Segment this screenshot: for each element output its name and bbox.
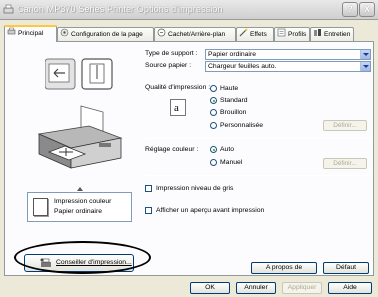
apply-button[interactable]: Appliquer xyxy=(282,282,322,294)
default-button[interactable]: Défaut xyxy=(323,262,369,274)
printer-illustration xyxy=(37,105,123,169)
principal-panel: Impression couleur Papier ordinaire Cons… xyxy=(4,41,374,276)
color-radio-auto[interactable] xyxy=(210,146,217,153)
ok-button[interactable]: OK xyxy=(190,282,230,294)
close-button[interactable]: X xyxy=(359,2,375,17)
arrow-up-icon xyxy=(77,187,83,191)
advisor-icon xyxy=(40,258,51,267)
color-manual-label: Manuel xyxy=(220,159,243,166)
print-advisor-button[interactable]: Conseiller d'impression... xyxy=(24,254,134,272)
color-auto-label: Auto xyxy=(220,146,234,153)
quality-radio-draft[interactable] xyxy=(210,109,217,116)
page-setup-icon xyxy=(60,28,69,37)
media-color-mode: Impression couleur xyxy=(54,198,112,205)
quality-draft-label: Brouillon xyxy=(220,109,247,116)
maintenance-icon xyxy=(314,29,321,36)
media-paper-type: Papier ordinaire xyxy=(54,208,102,215)
tab-profiles[interactable]: Profils xyxy=(274,27,310,41)
help-button[interactable]: Aide xyxy=(328,282,372,294)
preview-label: Afficher un aperçu avant impression xyxy=(156,207,265,214)
paper-source-label: Source papier : xyxy=(145,62,192,69)
about-button[interactable]: A propos de xyxy=(251,262,317,274)
svg-text:a: a xyxy=(174,102,179,114)
principal-icon xyxy=(7,27,16,35)
window-title: Canon MP370 Series Printer Options d'imp… xyxy=(17,4,223,14)
grayscale-label: Impression niveau de gris xyxy=(156,185,234,192)
paper-swatch-icon xyxy=(33,198,48,216)
separator xyxy=(145,175,371,176)
dialog-body: Principal Configuration de la page Cache… xyxy=(0,20,378,297)
printer-app-icon xyxy=(3,4,14,14)
print-preview-area xyxy=(24,56,130,172)
quality-radio-custom[interactable] xyxy=(210,122,217,129)
quality-standard-label: Standard xyxy=(220,97,248,104)
quality-font-icon: a xyxy=(170,99,186,116)
color-adjust-label: Réglage couleur : xyxy=(145,146,199,153)
quality-custom-label: Personnalisée xyxy=(220,122,264,129)
quality-define-button[interactable]: Définir... xyxy=(323,120,367,131)
stamp-icon xyxy=(157,28,166,37)
media-type-select[interactable]: Papier ordinaire xyxy=(205,49,371,60)
tab-strip: Principal Configuration de la page Cache… xyxy=(4,25,376,42)
media-summary-box: Impression couleur Papier ordinaire xyxy=(27,192,132,222)
title-bar: Canon MP370 Series Printer Options d'imp… xyxy=(0,0,378,20)
chevron-down-icon xyxy=(360,50,370,59)
quality-radio-high[interactable] xyxy=(210,85,217,92)
grayscale-checkbox[interactable] xyxy=(145,185,152,192)
profiles-icon xyxy=(277,28,286,37)
color-define-button[interactable]: Définir... xyxy=(323,158,367,169)
tab-effects[interactable]: Effets xyxy=(236,27,274,41)
paper-source-select[interactable]: Chargeur feuilles auto. xyxy=(205,61,371,72)
tab-maintenance[interactable]: Entretien xyxy=(310,27,354,41)
tab-principal[interactable]: Principal xyxy=(4,25,57,42)
print-quality-label: Qualité d'impression : xyxy=(145,84,211,91)
color-radio-manual[interactable] xyxy=(210,159,217,166)
tab-stamp-background[interactable]: Cachet/Arrière-plan xyxy=(154,27,236,41)
help-title-button[interactable]: ? xyxy=(342,2,358,17)
chevron-down-icon xyxy=(360,62,370,71)
tab-page-setup[interactable]: Configuration de la page xyxy=(57,27,154,41)
paper-path-icons xyxy=(45,58,113,90)
quality-radio-standard[interactable] xyxy=(210,97,217,104)
separator xyxy=(145,138,371,139)
preview-checkbox[interactable] xyxy=(145,207,152,214)
effects-icon xyxy=(239,28,248,37)
quality-high-label: Haute xyxy=(220,85,239,92)
cancel-button[interactable]: Annuler xyxy=(236,282,276,294)
media-type-label: Type de support : xyxy=(145,50,198,57)
